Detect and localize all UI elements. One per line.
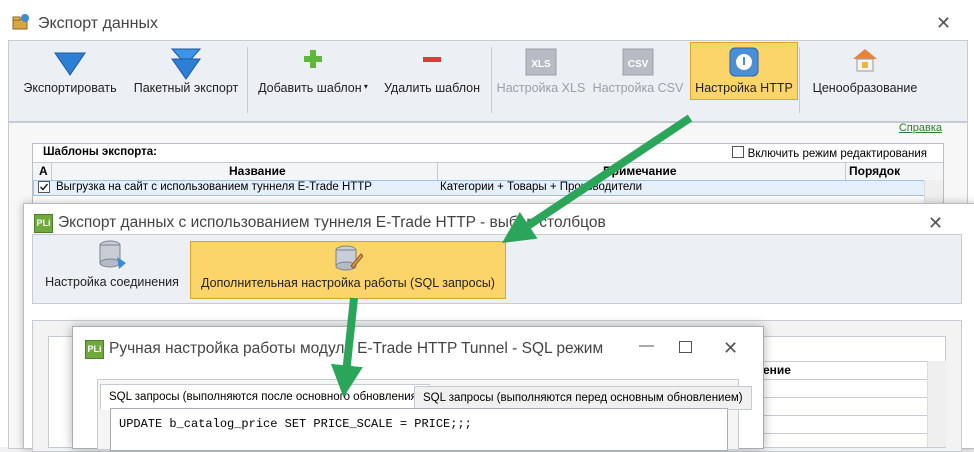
pli-app-icon: PLi: [34, 214, 53, 233]
grid-header: А Название Примечание Порядок: [33, 162, 943, 181]
delete-template-button[interactable]: Удалить шаблон: [377, 41, 487, 117]
column-header-note[interactable]: Примечание: [603, 164, 677, 178]
column-header-order[interactable]: Порядок: [849, 164, 900, 178]
window-title: Экспорт данных: [38, 15, 158, 32]
column-header-a[interactable]: А: [39, 164, 48, 178]
close-icon[interactable]: ✕: [936, 14, 951, 32]
column-header-name[interactable]: Название: [229, 164, 286, 178]
dropdown-arrow-icon[interactable]: ▾: [362, 82, 368, 91]
svg-text:XLS: XLS: [531, 59, 551, 70]
toolbar-separator: [799, 47, 800, 113]
minus-icon: [423, 57, 441, 62]
svg-text:CSV: CSV: [628, 59, 649, 70]
tunnel-toolbar: Настройка соединения Дополнительная наст…: [32, 234, 962, 304]
row-name: Выгрузка на сайт с использованием туннел…: [56, 181, 372, 193]
csv-settings-button[interactable]: CSV Настройка CSV: [589, 41, 687, 117]
edit-mode-toggle[interactable]: Включить режим редактирования: [731, 146, 927, 160]
pricing-button[interactable]: Ценообразование: [803, 41, 927, 117]
export-app-icon: [12, 14, 29, 30]
add-template-button[interactable]: Добавить шаблон ▾: [251, 41, 375, 117]
maximize-icon[interactable]: [679, 341, 692, 353]
templates-caption: Шаблоны экспорта:: [43, 146, 157, 158]
toolbar-separator: [247, 47, 248, 113]
batch-export-button[interactable]: Пакетный экспорт: [127, 41, 245, 117]
minimize-icon[interactable]: —: [639, 337, 654, 354]
xls-file-icon: XLS: [525, 48, 557, 76]
window-title: Экспорт данных с использованием туннеля …: [58, 214, 606, 231]
http-globe-icon: [729, 47, 759, 77]
pricing-house-icon: [853, 49, 877, 72]
export-arrow-icon: [54, 52, 86, 76]
main-toolbar: Экспортировать Пакетный экспорт Добавить…: [8, 40, 968, 122]
edit-mode-checkbox[interactable]: [731, 146, 744, 158]
row-checkbox[interactable]: [38, 181, 50, 196]
database-edit-icon: [335, 245, 363, 271]
connection-settings-button[interactable]: Настройка соединения: [37, 235, 187, 299]
toolbar-separator: [491, 47, 492, 113]
close-icon[interactable]: ✕: [723, 339, 738, 357]
tab-sql-after[interactable]: SQL запросы (выполняются после основного…: [100, 384, 430, 410]
row-note: Категории + Товары + Производители: [440, 181, 643, 193]
batch-export-icon: [170, 48, 202, 80]
sql-tabs: SQL запросы (выполняются после основного…: [97, 379, 752, 451]
sql-mode-window: PLi Ручная настройка работы модуля E-Tra…: [72, 326, 764, 451]
http-settings-button[interactable]: Настройка HTTP: [690, 42, 798, 100]
tab-sql-before[interactable]: SQL запросы (выполняются перед основным …: [414, 386, 752, 410]
help-link[interactable]: Справка: [899, 122, 942, 134]
plus-icon: [304, 50, 322, 68]
table-row[interactable]: Выгрузка на сайт с использованием туннел…: [33, 180, 925, 196]
csv-file-icon: CSV: [622, 48, 654, 76]
close-icon[interactable]: ✕: [928, 214, 943, 232]
grid-scrollbar[interactable]: [927, 361, 946, 447]
window-title: Ручная настройка работы модуля E-Trade H…: [109, 340, 604, 357]
sql-text: UPDATE b_catalog_price SET PRICE_SCALE =…: [119, 417, 472, 431]
xls-settings-button[interactable]: XLS Настройка XLS: [495, 41, 587, 117]
export-button[interactable]: Экспортировать: [15, 41, 125, 117]
sql-editor[interactable]: UPDATE b_catalog_price SET PRICE_SCALE =…: [110, 408, 728, 451]
database-connect-icon: [99, 240, 126, 269]
column-header-partial: ение: [763, 363, 791, 377]
pli-app-icon: PLi: [85, 340, 104, 359]
advanced-sql-settings-button[interactable]: Дополнительная настройка работы (SQL зап…: [190, 241, 506, 299]
checkmark-icon: [38, 181, 50, 193]
